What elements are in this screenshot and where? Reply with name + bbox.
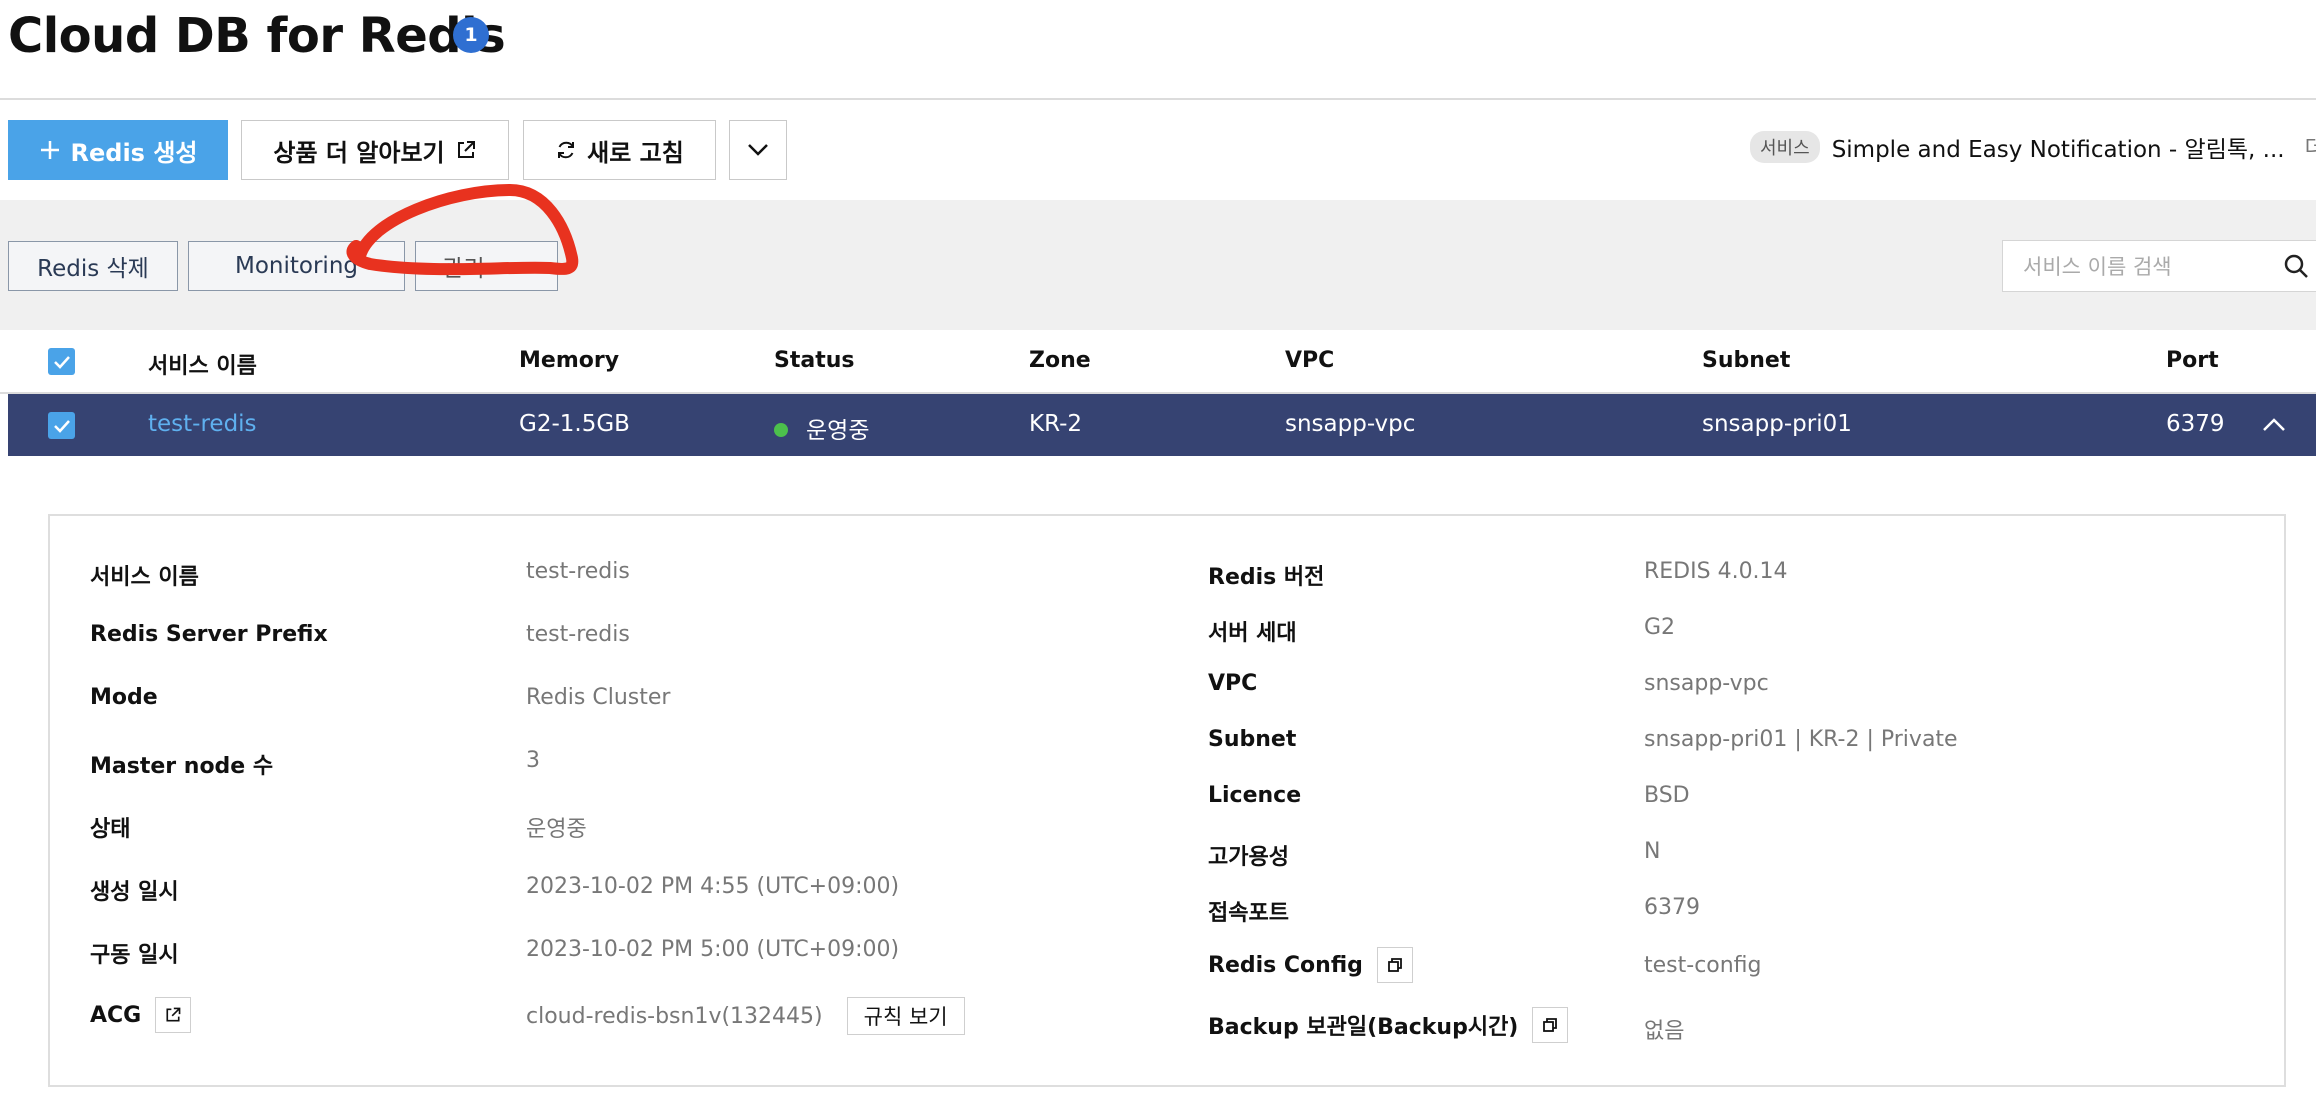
detail-value-access-port: 6379 [1644, 895, 1700, 920]
plus-icon [40, 141, 59, 159]
view-rules-button[interactable]: 규칙 보기 [846, 997, 965, 1035]
detail-label-mode: Mode [90, 685, 158, 710]
search-box[interactable] [2002, 240, 2316, 292]
detail-label-vpc: VPC [1208, 671, 1258, 696]
learn-more-label: 상품 더 알아보기 [273, 138, 445, 167]
chevron-down-icon [748, 144, 768, 156]
detail-label-high-availability: 고가용성 [1208, 845, 1289, 870]
row-vpc: snsapp-vpc [1285, 411, 1416, 437]
detail-value-redis-config: test-config [1644, 953, 1762, 978]
detail-value-acg: cloud-redis-bsn1v(132445) 규칙 보기 [526, 997, 965, 1035]
detail-value-licence: BSD [1644, 783, 1690, 808]
detail-label-master-nodes: Master node 수 [90, 754, 274, 779]
detail-panel: 서비스 이름 test-redis Redis Server Prefix te… [48, 514, 2286, 1087]
row-checkbox[interactable] [48, 412, 75, 439]
column-header-subnet[interactable]: Subnet [1702, 348, 1790, 373]
detail-label-access-port: 접속포트 [1208, 901, 1289, 926]
notice-tag: 서비스 [1750, 131, 1820, 163]
detail-label-server-generation: 서버 세대 [1208, 621, 1297, 646]
detail-label-redis-config: Redis Config [1208, 947, 1413, 983]
acg-value-text: cloud-redis-bsn1v(132445) [526, 1003, 823, 1029]
detail-label-redis-version: Redis 버전 [1208, 565, 1325, 590]
detail-value-subnet: snsapp-pri01 | KR-2 | Private [1644, 727, 1958, 752]
check-icon [53, 419, 70, 433]
count-badge: 1 [453, 17, 489, 53]
detail-value-redis-version: REDIS 4.0.14 [1644, 559, 1788, 584]
detail-value-master-nodes: 3 [526, 748, 540, 773]
learn-more-button[interactable]: 상품 더 알아보기 [241, 120, 509, 180]
acg-label-text: ACG [90, 1002, 142, 1028]
create-redis-label: Redis 생성 [70, 138, 198, 167]
detail-value-server-prefix: test-redis [526, 622, 630, 647]
row-zone: KR-2 [1029, 411, 1083, 437]
detail-value-vpc: snsapp-vpc [1644, 671, 1769, 696]
copy-icon [1387, 958, 1402, 972]
column-header-vpc[interactable]: VPC [1285, 348, 1334, 373]
create-redis-button[interactable]: Redis 생성 [8, 120, 228, 180]
detail-label-server-prefix: Redis Server Prefix [90, 622, 328, 647]
external-link-icon [457, 141, 475, 158]
row-subnet: snsapp-pri01 [1702, 411, 1852, 437]
detail-label-started-at: 구동 일시 [90, 943, 179, 968]
detail-value-status: 운영중 [526, 817, 587, 842]
more-options-button[interactable] [729, 120, 787, 180]
column-header-name[interactable]: 서비스 이름 [148, 348, 257, 380]
acg-open-button[interactable] [155, 997, 192, 1033]
detail-label-created-at: 생성 일시 [90, 880, 179, 905]
check-icon [53, 355, 70, 369]
column-header-memory[interactable]: Memory [519, 348, 619, 373]
external-link-icon [166, 1007, 181, 1022]
select-all-checkbox[interactable] [48, 348, 75, 375]
table-row[interactable]: test-redis G2-1.5GB 운영중 KR-2 snsapp-vpc … [8, 394, 2316, 456]
detail-label-backup: Backup 보관일(Backup시간) [1208, 1007, 1569, 1043]
row-status: 운영중 [774, 411, 869, 445]
copy-icon [1543, 1018, 1558, 1032]
notice-text[interactable]: Simple and Easy Notification - 알림톡, ... [1832, 130, 2285, 164]
detail-label-status: 상태 [90, 817, 131, 842]
detail-label-subnet: Subnet [1208, 727, 1297, 752]
detail-value-created-at: 2023-10-02 PM 4:55 (UTC+09:00) [526, 874, 900, 899]
row-memory: G2-1.5GB [519, 411, 630, 437]
redis-config-copy-button[interactable] [1376, 947, 1413, 983]
row-service-name-link[interactable]: test-redis [148, 411, 257, 437]
search-input[interactable] [2021, 249, 2265, 285]
status-dot-icon [774, 422, 788, 437]
detail-value-mode: Redis Cluster [526, 685, 671, 710]
column-header-zone[interactable]: Zone [1029, 348, 1091, 373]
refresh-icon [558, 141, 575, 159]
row-status-text: 운영중 [806, 418, 870, 444]
page-title: Cloud DB for Redis [8, 8, 506, 64]
search-icon[interactable] [2283, 253, 2309, 279]
row-port: 6379 [2166, 411, 2225, 437]
refresh-button[interactable]: 새로 고침 [523, 120, 716, 180]
table-header: 서비스 이름 Memory Status Zone VPC Subnet Por… [0, 330, 2316, 394]
detail-label-service-name: 서비스 이름 [90, 565, 199, 590]
backup-copy-button[interactable] [1532, 1007, 1569, 1043]
delete-redis-button[interactable]: Redis 삭제 [8, 241, 178, 291]
refresh-label: 새로 고침 [587, 138, 684, 167]
detail-label-licence: Licence [1208, 783, 1302, 808]
service-notice[interactable]: 서비스 Simple and Easy Notification - 알림톡, … [1750, 130, 2316, 164]
redis-config-label-text: Redis Config [1208, 952, 1363, 978]
detail-value-high-availability: N [1644, 839, 1661, 864]
detail-value-started-at: 2023-10-02 PM 5:00 (UTC+09:00) [526, 937, 900, 962]
detail-value-backup: 없음 [1644, 1019, 1685, 1044]
backup-label-text: Backup 보관일(Backup시간) [1208, 1015, 1519, 1040]
detail-value-service-name: test-redis [526, 559, 630, 584]
detail-label-acg: ACG [90, 997, 192, 1033]
annotation-circle [346, 184, 579, 276]
detail-value-server-generation: G2 [1644, 615, 1676, 640]
header-divider [0, 98, 2316, 100]
column-header-status[interactable]: Status [774, 348, 854, 373]
notice-more-link[interactable]: 더보기 [2305, 132, 2316, 162]
column-header-port[interactable]: Port [2166, 348, 2219, 373]
chevron-up-icon[interactable] [2262, 416, 2286, 432]
